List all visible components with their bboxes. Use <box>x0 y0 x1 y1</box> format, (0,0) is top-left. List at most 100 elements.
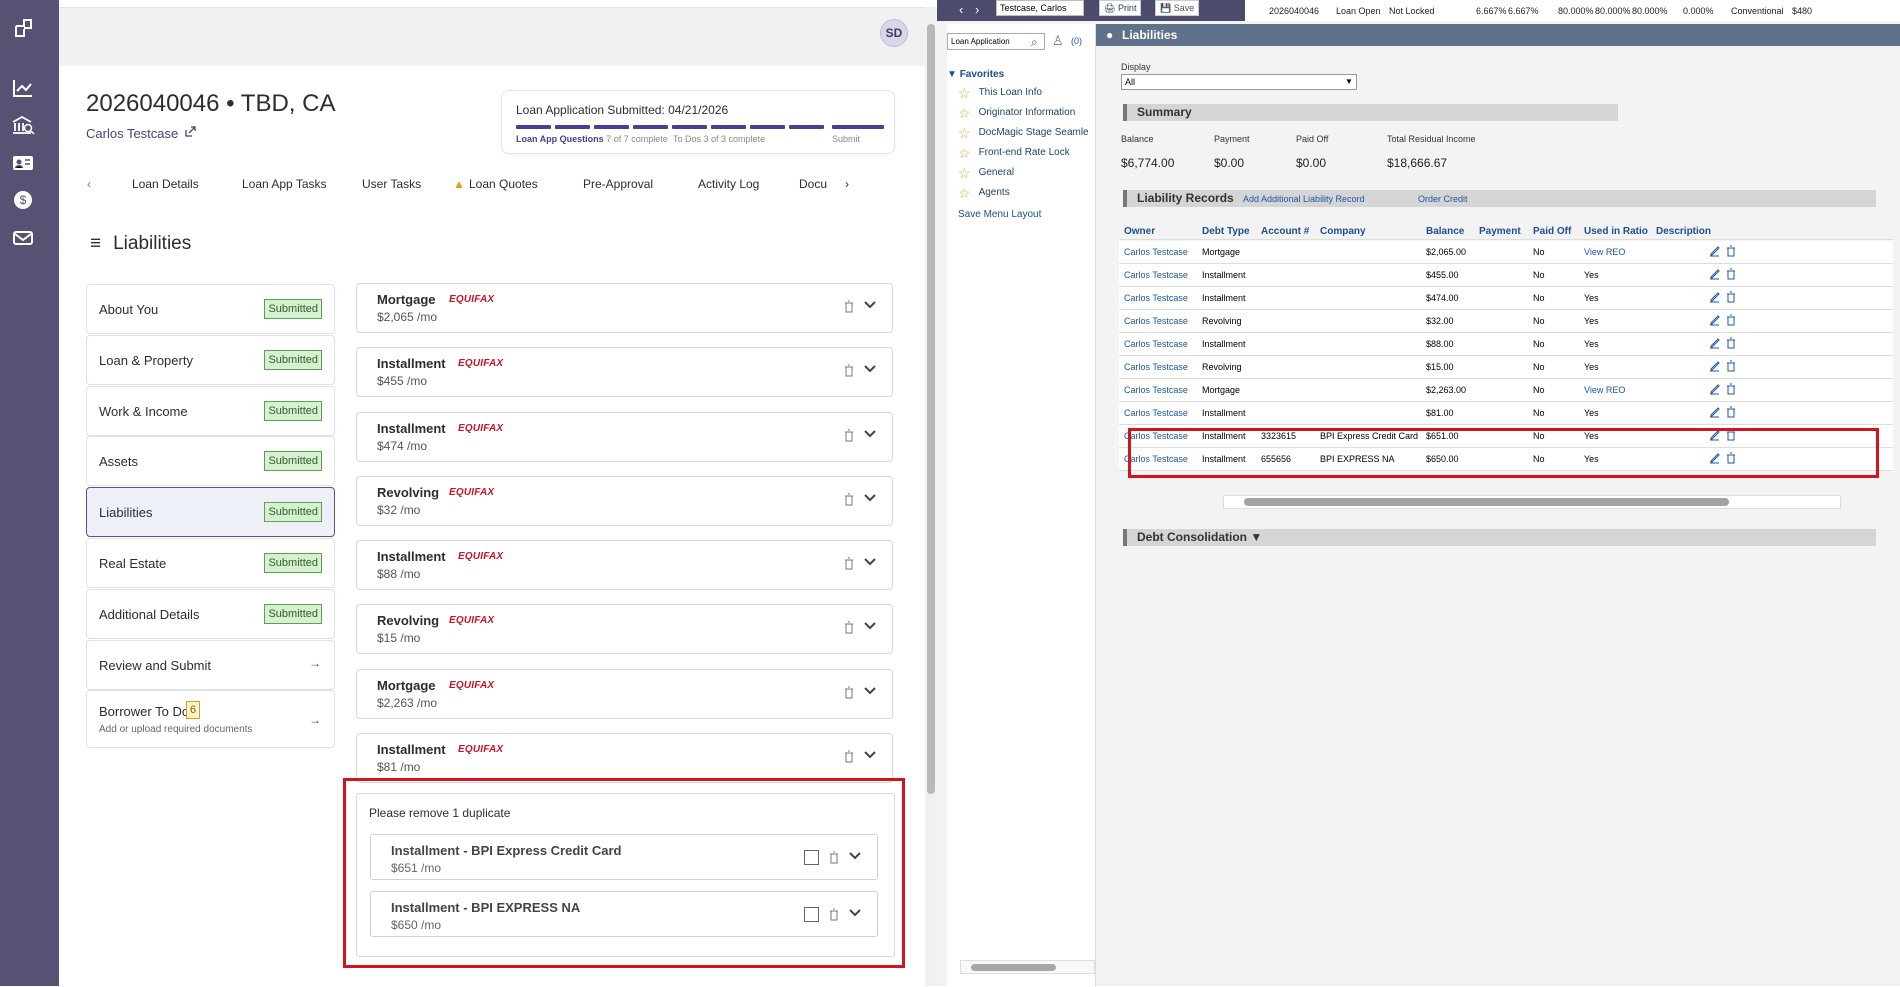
people-icon[interactable]: ♙ <box>1052 33 1064 49</box>
save-menu-layout-link[interactable]: Save Menu Layout <box>958 209 1041 220</box>
sidebar-horizontal-scrollbar[interactable] <box>960 960 1095 974</box>
nav-additional-details[interactable]: Additional Details Submitted <box>86 589 335 639</box>
trash-icon[interactable] <box>1725 268 1737 280</box>
ratio-cell[interactable]: View REO <box>1584 385 1625 395</box>
tab-activity-log[interactable]: Activity Log <box>698 177 759 191</box>
owner-link[interactable]: Carlos Testcase <box>1124 316 1188 326</box>
bank-search-icon[interactable] <box>10 112 36 138</box>
owner-link[interactable]: Carlos Testcase <box>1124 247 1188 257</box>
trash-icon[interactable] <box>1725 291 1737 303</box>
debt-card[interactable]: Installment EQUIFAX $81 /mo <box>356 733 893 783</box>
chevron-down-icon[interactable] <box>864 558 876 566</box>
trash-icon[interactable] <box>1725 429 1737 441</box>
debt-card[interactable]: Mortgage EQUIFAX $2,065 /mo <box>356 283 893 333</box>
debt-card[interactable]: Installment EQUIFAX $88 /mo <box>356 540 893 590</box>
tab-pre-approval[interactable]: Pre-Approval <box>583 177 653 191</box>
edit-icon[interactable] <box>1709 406 1721 418</box>
menu-icon[interactable]: ≡ <box>90 233 101 255</box>
scroll-thumb[interactable] <box>1244 498 1729 506</box>
table-row[interactable]: Carlos Testcase Revolving $15.00 No Yes <box>1119 356 1893 379</box>
nav-about-you[interactable]: About You Submitted <box>86 284 335 334</box>
table-row[interactable]: Carlos Testcase Installment $81.00 No Yes <box>1119 402 1893 425</box>
app-logo-icon[interactable] <box>10 15 36 41</box>
table-row[interactable]: Carlos Testcase Installment $88.00 No Yes <box>1119 333 1893 356</box>
save-button[interactable]: 💾 Save <box>1155 0 1200 16</box>
favorite-item[interactable]: ☆ General <box>958 166 1014 180</box>
table-row[interactable]: Carlos Testcase Mortgage $2,065.00 No View R… <box>1119 241 1893 264</box>
left-pane-scrollbar[interactable] <box>925 7 937 986</box>
trash-icon[interactable] <box>1725 245 1737 257</box>
contact-card-icon[interactable] <box>10 150 36 176</box>
favorite-item[interactable]: ☆ Front-end Rate Lock <box>958 146 1070 160</box>
owner-link[interactable]: Carlos Testcase <box>1124 293 1188 303</box>
table-row[interactable]: Carlos Testcase Mortgage $2,263.00 No View R… <box>1119 379 1893 402</box>
edit-icon[interactable] <box>1709 452 1721 464</box>
edit-icon[interactable] <box>1709 429 1721 441</box>
trash-icon[interactable] <box>1725 383 1737 395</box>
notification-count[interactable]: (0) <box>1071 36 1082 46</box>
scroll-thumb[interactable] <box>971 964 1056 971</box>
trash-icon[interactable] <box>1725 406 1737 418</box>
nav-review-submit[interactable]: Review and Submit → <box>86 640 335 690</box>
owner-link[interactable]: Carlos Testcase <box>1124 431 1188 441</box>
borrower-link[interactable]: Carlos Testcase <box>86 126 196 141</box>
chart-icon[interactable] <box>10 75 36 101</box>
tab-user-tasks[interactable]: User Tasks <box>362 177 421 191</box>
borrower-select[interactable]: Testcase, Carlos <box>996 0 1084 16</box>
chevron-down-icon[interactable] <box>849 852 861 860</box>
favorites-header[interactable]: ▼ Favorites <box>947 69 1004 80</box>
debt-card[interactable]: Mortgage EQUIFAX $2,263 /mo <box>356 669 893 719</box>
owner-link[interactable]: Carlos Testcase <box>1124 385 1188 395</box>
tab-scroll-left-icon[interactable]: ‹ <box>87 177 91 191</box>
table-row[interactable]: Carlos Testcase Installment 655656 BPI EXPR… <box>1119 448 1893 471</box>
search-icon[interactable]: ⌕ <box>1031 35 1038 50</box>
duplicate-checkbox[interactable] <box>804 907 819 922</box>
chevron-down-icon[interactable] <box>864 365 876 373</box>
scroll-thumb[interactable] <box>927 24 935 794</box>
dropdown-arrow-icon[interactable]: ▼ <box>1345 77 1353 86</box>
table-row[interactable]: Carlos Testcase Installment $474.00 No Yes <box>1119 287 1893 310</box>
owner-link[interactable]: Carlos Testcase <box>1124 362 1188 372</box>
chevron-down-icon[interactable] <box>864 301 876 309</box>
mail-icon[interactable] <box>10 225 36 251</box>
chevron-down-icon[interactable] <box>864 430 876 438</box>
debt-card[interactable]: Revolving EQUIFAX $32 /mo <box>356 476 893 526</box>
borrower-name[interactable]: Carlos Testcase <box>86 126 178 141</box>
display-select[interactable]: All <box>1121 74 1357 90</box>
trash-icon[interactable] <box>844 429 854 442</box>
edit-icon[interactable] <box>1709 268 1721 280</box>
tab-loan-quotes[interactable]: Loan Quotes <box>469 177 538 191</box>
trash-icon[interactable] <box>829 851 839 864</box>
chevron-down-icon[interactable] <box>849 909 861 917</box>
favorite-item[interactable]: ☆ This Loan Info <box>958 86 1042 100</box>
chevron-down-icon[interactable] <box>864 622 876 630</box>
nav-borrower-todos[interactable]: Borrower To Dos 6 Add or upload required… <box>86 690 335 748</box>
user-avatar[interactable]: SD <box>880 19 908 47</box>
external-link-icon[interactable] <box>184 126 196 141</box>
edit-icon[interactable] <box>1709 337 1721 349</box>
nav-work-income[interactable]: Work & Income Submitted <box>86 386 335 436</box>
trash-icon[interactable] <box>1725 314 1737 326</box>
table-row[interactable]: Carlos Testcase Installment 3323615 BPI Exp… <box>1119 425 1893 448</box>
tab-loan-details[interactable]: Loan Details <box>132 177 199 191</box>
dollar-icon[interactable]: $ <box>10 187 36 213</box>
edit-icon[interactable] <box>1709 291 1721 303</box>
trash-icon[interactable] <box>844 493 854 506</box>
edit-icon[interactable] <box>1709 245 1721 257</box>
owner-link[interactable]: Carlos Testcase <box>1124 408 1188 418</box>
debt-card[interactable]: Installment EQUIFAX $474 /mo <box>356 412 893 462</box>
nav-real-estate[interactable]: Real Estate Submitted <box>86 538 335 588</box>
table-row[interactable]: Carlos Testcase Installment $455.00 No Yes <box>1119 264 1893 287</box>
debt-consolidation-section[interactable]: Debt Consolidation ▼ <box>1123 529 1876 546</box>
favorite-item[interactable]: ☆ Agents <box>958 186 1010 200</box>
order-credit-link[interactable]: Order Credit <box>1418 194 1468 204</box>
table-horizontal-scrollbar[interactable] <box>1223 495 1841 509</box>
table-row[interactable]: Carlos Testcase Revolving $32.00 No Yes <box>1119 310 1893 333</box>
forward-arrow-icon[interactable]: › <box>975 2 979 17</box>
edit-icon[interactable] <box>1709 383 1721 395</box>
chevron-down-icon[interactable] <box>864 687 876 695</box>
owner-link[interactable]: Carlos Testcase <box>1124 339 1188 349</box>
nav-assets[interactable]: Assets Submitted <box>86 436 335 486</box>
nav-loan-property[interactable]: Loan & Property Submitted <box>86 335 335 385</box>
favorite-item[interactable]: ☆ DocMagic Stage Seamle <box>958 126 1089 140</box>
